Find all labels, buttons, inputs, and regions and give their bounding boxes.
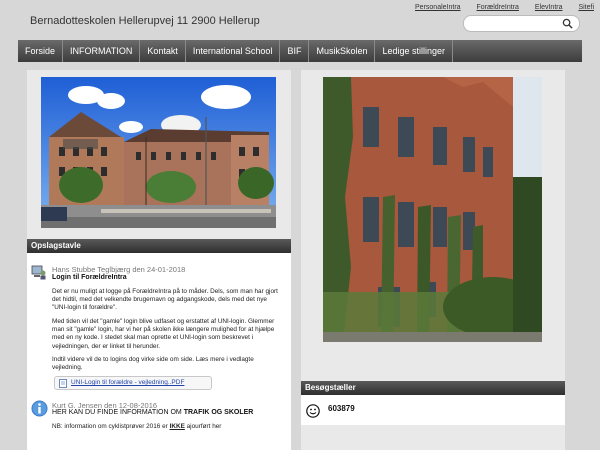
nav-international-school[interactable]: International School [186,40,281,62]
nav-musikskolen[interactable]: MusikSkolen [309,40,376,62]
attachment-label: UNI-Login til forældre - vejledning..PDF [71,379,185,386]
nav-information[interactable]: INFORMATION [63,40,141,62]
document-icon [59,379,67,388]
post-paragraph: Indtil videre vil de to logins dog virke… [52,356,254,372]
computer-user-icon [31,265,46,280]
link-elevintra[interactable]: ElevIntra [535,4,563,11]
board-header: Opslagstavle [27,239,291,253]
link-sitefi[interactable]: Sitefi [578,4,594,11]
search-box [463,15,580,32]
post-line-bold: IKKE [169,423,185,430]
main-nav: Forside INFORMATION Kontakt Internationa… [18,40,582,62]
post-paragraph: NB: information om cyklistprøver 2016 er… [52,423,282,431]
nav-bif[interactable]: BIF [280,40,310,62]
post-title-prefix: HER KAN DU FINDE INFORMATION OM [52,409,184,416]
post-line-prefix: NB: information om cyklistprøver 2016 er [52,423,170,430]
post-line-suffix: ajourført her [184,423,222,430]
ivy-building-photo [323,77,542,342]
counter-header: Besøgstæller [301,381,565,395]
post-paragraph: Med tiden vil det "gamle" login blive ud… [52,318,275,350]
visitor-count: 603879 [328,404,355,413]
link-personaleintra[interactable]: PersonaleIntra [415,4,461,11]
site-header: Bernadotteskolen Hellerupvej 11 2900 Hel… [0,0,600,40]
info-icon [31,400,48,417]
search-icon[interactable] [562,18,573,29]
post-paragraph: Det er nu muligt at logge på ForældreInt… [52,288,278,312]
post-title: Login til ForældreIntra [52,274,127,281]
link-foraeldreintra[interactable]: ForældreIntra [477,4,519,11]
nav-ledige-stillinger[interactable]: Ledige stillinger [375,40,454,62]
post-meta: Hans Stubbe Teglbjærg den 24-01-2018 [52,265,186,274]
search-input[interactable] [470,17,560,30]
smiley-icon [306,404,320,418]
top-links: PersonaleIntra ForældreIntra ElevIntra S… [401,4,594,11]
post-title-bold: TRAFIK OG SKOLER [183,409,254,416]
bulletin-board [27,253,291,450]
nav-kontakt[interactable]: Kontakt [140,40,186,62]
site-title: Bernadotteskolen Hellerupvej 11 2900 Hel… [30,15,260,27]
pdf-attachment-link[interactable]: UNI-Login til forældre - vejledning..PDF [54,376,212,390]
school-photo [41,77,276,228]
post-title: HER KAN DU FINDE INFORMATION OM TRAFIK O… [52,409,253,416]
nav-forside[interactable]: Forside [18,40,64,62]
